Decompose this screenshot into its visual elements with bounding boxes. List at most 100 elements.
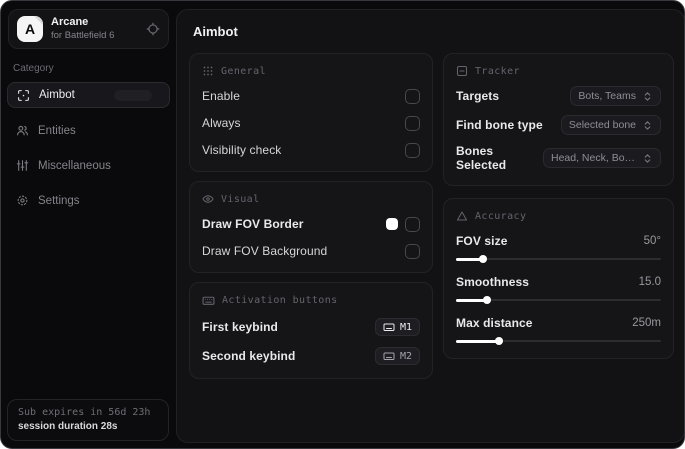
category-label: Category (13, 63, 54, 74)
slider-value: 250m (632, 317, 661, 329)
main-panel: Aimbot General Enable Always Visibility … (176, 9, 684, 443)
max-distance-slider-group: Max distance 250m (456, 316, 661, 345)
slider-thumb[interactable] (482, 296, 491, 304)
grid-dots-icon (202, 65, 214, 77)
setting-row-draw-fov-background: Draw FOV Background (202, 243, 420, 259)
triangle-icon (456, 210, 468, 222)
setting-label: Smoothness (456, 275, 530, 289)
accuracy-card: Accuracy FOV size 50° Smoothness 15.0 Ma… (443, 198, 674, 359)
card-title: Accuracy (475, 210, 527, 222)
active-item-highlight (114, 89, 152, 101)
setting-row-draw-fov-border: Draw FOV Border (202, 216, 420, 232)
sidebar-item-miscellaneous[interactable]: Miscellaneous (7, 153, 170, 178)
draw-fov-background-checkbox[interactable] (405, 243, 420, 259)
app-logo: A (17, 16, 43, 42)
sidebar-item-label: Settings (38, 194, 80, 207)
general-card-header: General (202, 65, 420, 77)
visibility-check-checkbox[interactable] (405, 142, 420, 158)
app-name: Arcane (51, 16, 89, 29)
sidebar-item-settings[interactable]: Settings (7, 188, 170, 213)
fov-size-slider[interactable] (456, 255, 661, 263)
bones-selected-dropdown[interactable]: Head, Neck, Body, Pe.. (543, 148, 661, 168)
fov-border-color-swatch[interactable] (386, 218, 398, 230)
draw-fov-border-checkbox[interactable] (405, 216, 420, 232)
keyboard-icon (202, 294, 215, 307)
smoothness-slider[interactable] (456, 296, 661, 304)
slider-track (456, 258, 661, 260)
keyboard-icon (383, 321, 395, 333)
crosshair-icon (17, 89, 30, 102)
dropdown-value: Selected bone (568, 119, 636, 131)
setting-row-targets: Targets Bots, Teams (456, 86, 661, 106)
setting-row-find-bone-type: Find bone type Selected bone (456, 115, 661, 135)
brand-text: Arcane for Battlefield 6 (51, 16, 138, 42)
chevrons-up-down-icon (642, 91, 653, 102)
max-distance-slider[interactable] (456, 337, 661, 345)
eye-icon (202, 193, 214, 205)
tracker-card-header: Tracker (456, 65, 661, 77)
chevrons-up-down-icon (642, 153, 653, 164)
keybind-value: M2 (399, 350, 412, 362)
setting-label: FOV size (456, 234, 508, 248)
sidebar-item-label: Entities (38, 124, 76, 137)
slider-fill (456, 339, 500, 343)
second-keybind-button[interactable]: M2 (374, 347, 420, 365)
sidebar-item-label: Aimbot (39, 89, 75, 101)
gear-icon (16, 194, 29, 207)
first-keybind-button[interactable]: M1 (374, 318, 420, 336)
dropdown-value: Head, Neck, Body, Pe.. (551, 152, 636, 164)
setting-label: Draw FOV Border (202, 217, 304, 231)
subscription-box: Sub expires in 56d 23h session duration … (7, 399, 169, 441)
setting-label: Find bone type (456, 118, 543, 132)
setting-label: Visibility check (202, 143, 282, 157)
card-title: Tracker (475, 65, 520, 77)
dropdown-value: Bots, Teams (578, 90, 636, 102)
brand-card: A Arcane for Battlefield 6 (8, 9, 169, 49)
scan-box-icon (456, 65, 468, 77)
setting-label: Always (202, 116, 241, 130)
card-title: Activation buttons (222, 295, 338, 306)
setting-row-first-keybind: First keybind M1 (202, 318, 420, 336)
sidebar-item-label: Miscellaneous (38, 159, 111, 172)
enable-checkbox[interactable] (405, 88, 420, 104)
tracker-card: Tracker Targets Bots, Teams Find bone ty… (443, 53, 674, 186)
chevrons-up-down-icon (642, 120, 653, 131)
target-scan-icon[interactable] (146, 22, 160, 36)
sidebar-item-aimbot[interactable]: Aimbot (7, 82, 170, 108)
keybind-value: M1 (399, 321, 412, 333)
slider-value: 15.0 (638, 276, 661, 288)
fov-size-slider-group: FOV size 50° (456, 234, 661, 263)
slider-thumb[interactable] (495, 337, 504, 345)
visual-card-header: Visual (202, 193, 420, 205)
setting-row-bones-selected: Bones Selected Head, Neck, Body, Pe.. (456, 144, 661, 172)
find-bone-type-dropdown[interactable]: Selected bone (560, 115, 661, 135)
slider-value: 50° (643, 235, 661, 247)
activation-buttons-card: Activation buttons First keybind M1 Seco… (189, 282, 433, 379)
session-duration-text: session duration 28s (18, 421, 118, 432)
users-icon (16, 124, 29, 137)
card-title: Visual (221, 193, 260, 205)
targets-dropdown[interactable]: Bots, Teams (570, 86, 661, 106)
setting-label: Max distance (456, 316, 533, 330)
setting-row-second-keybind: Second keybind M2 (202, 347, 420, 365)
setting-label: First keybind (202, 320, 278, 334)
app-window: A Arcane for Battlefield 6 Category Aimb… (0, 0, 685, 449)
setting-label: Second keybind (202, 349, 296, 363)
slider-thumb[interactable] (478, 255, 487, 263)
smoothness-slider-group: Smoothness 15.0 (456, 275, 661, 304)
right-column: Tracker Targets Bots, Teams Find bone ty… (443, 53, 674, 359)
accuracy-card-header: Accuracy (456, 210, 661, 222)
setting-row-always: Always (202, 115, 420, 131)
sub-expires-text: Sub expires in 56d 23h (18, 407, 151, 418)
sidebar: A Arcane for Battlefield 6 Category Aimb… (1, 1, 176, 448)
sidebar-item-entities[interactable]: Entities (7, 118, 170, 143)
setting-row-enable: Enable (202, 88, 420, 104)
visual-card: Visual Draw FOV Border Draw FOV Backgrou… (189, 181, 433, 273)
setting-label: Bones Selected (456, 144, 507, 172)
left-column: General Enable Always Visibility check V… (189, 53, 433, 379)
activation-card-header: Activation buttons (202, 294, 420, 307)
keyboard-icon (383, 350, 395, 362)
always-checkbox[interactable] (405, 115, 420, 131)
page-title: Aimbot (193, 24, 238, 39)
app-subtitle: for Battlefield 6 (51, 29, 115, 41)
